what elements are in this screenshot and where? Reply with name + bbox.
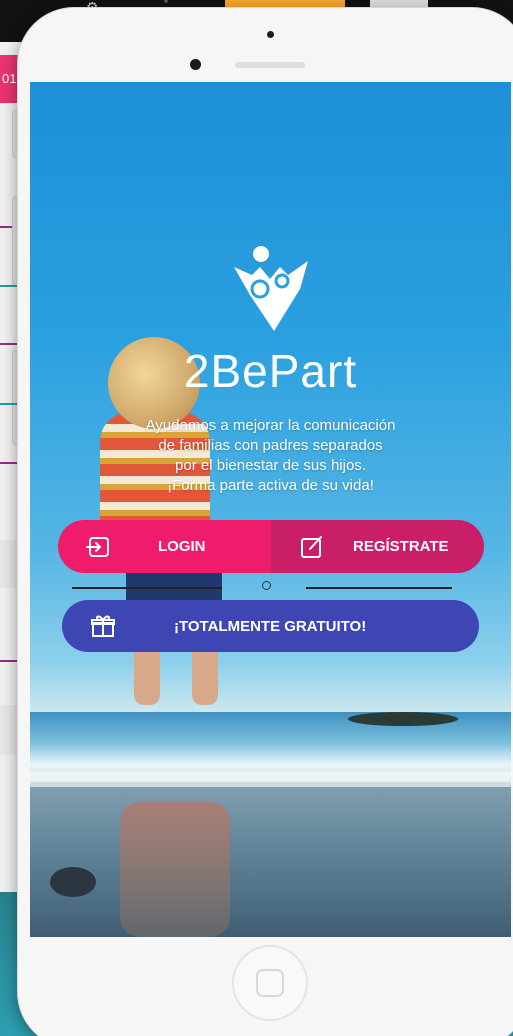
proximity-sensor <box>190 59 201 70</box>
seaweed <box>348 712 458 726</box>
login-label: LOGIN <box>158 538 206 555</box>
free-button[interactable]: ¡TOTALMENTE GRATUITO! <box>62 600 479 652</box>
rock <box>50 867 96 897</box>
free-label: ¡TOTALMENTE GRATUITO! <box>174 617 367 635</box>
register-button[interactable]: REGÍSTRATE <box>271 520 484 573</box>
background-divider <box>0 343 20 345</box>
edit-icon <box>301 535 322 558</box>
tagline: Ayudamos a mejorar la comunicación de fa… <box>30 416 511 496</box>
child-reflection <box>120 802 230 937</box>
login-button[interactable]: LOGIN <box>58 520 271 573</box>
divider-line <box>306 587 452 589</box>
divider-circle <box>262 581 271 590</box>
register-label: REGÍSTRATE <box>353 538 449 555</box>
background-divider <box>0 285 20 287</box>
auth-button-group: LOGIN REGÍSTRATE <box>58 520 484 573</box>
background-divider <box>0 660 20 662</box>
divider-line <box>72 587 222 589</box>
login-icon <box>86 536 109 557</box>
gift-icon <box>91 615 115 637</box>
beach-background <box>30 787 511 937</box>
brand-name: 2BePart <box>183 345 358 397</box>
background-divider <box>0 462 20 464</box>
tagline-line: por el bienestar de sus hijos. <box>175 457 366 474</box>
tagline-line: de familias con padres separados <box>158 437 383 454</box>
earpiece-speaker <box>235 62 305 68</box>
home-button-square <box>256 969 284 997</box>
home-button[interactable] <box>232 945 308 1021</box>
tagline-line: ¡Forma parte activa de su vida! <box>167 477 374 494</box>
front-camera <box>267 31 274 38</box>
tagline-line: Ayudamos a mejorar la comunicación <box>145 417 396 434</box>
background-divider <box>0 403 20 405</box>
app-screen: 2BePart Ayudamos a mejorar la comunicaci… <box>30 82 511 937</box>
brand-logo-icon <box>234 246 308 331</box>
